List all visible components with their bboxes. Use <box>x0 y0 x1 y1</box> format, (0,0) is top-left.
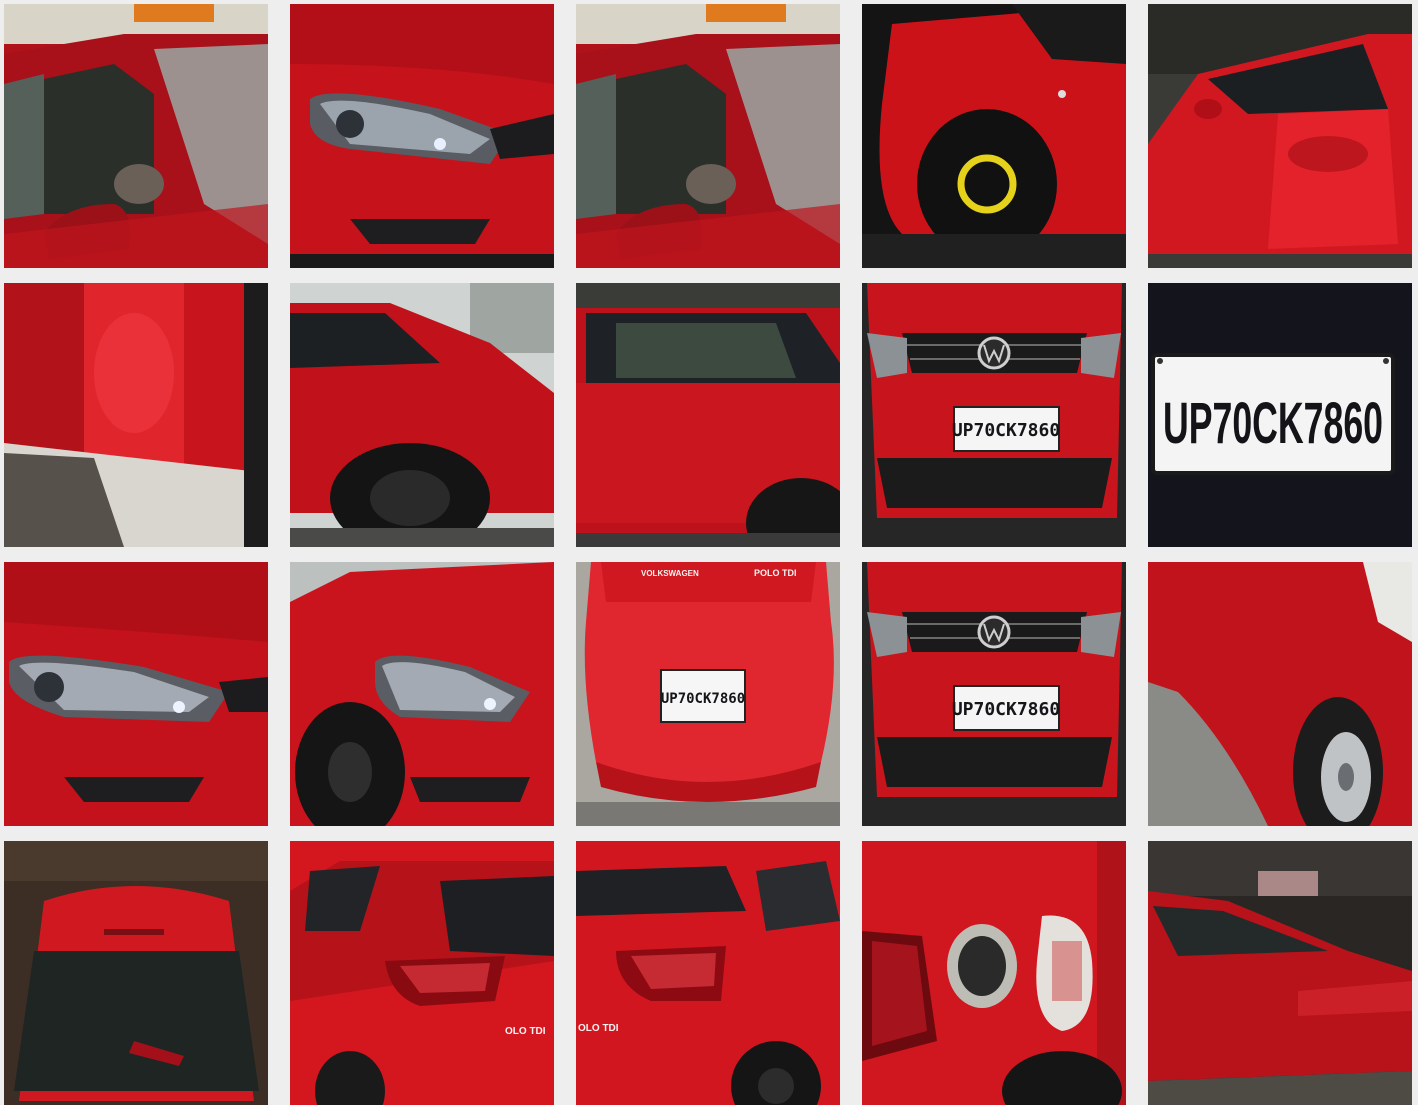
photo-tile-1[interactable] <box>4 4 268 268</box>
car-photo-driver-door <box>1148 4 1412 268</box>
plate-text-9: UP70CK7860 <box>952 420 1060 441</box>
photo-tile-17[interactable]: OLO TDI <box>290 841 554 1105</box>
car-photo-headlight <box>290 4 554 268</box>
photo-tile-11[interactable] <box>4 562 268 826</box>
car-photo-roof-rear <box>4 841 268 1105</box>
photo-tile-5[interactable] <box>1148 4 1412 268</box>
car-photo-side-rear-window <box>576 283 840 547</box>
photo-tile-18[interactable]: OLO TDI <box>576 841 840 1105</box>
photo-tile-9[interactable]: UP70CK7860 <box>862 283 1126 547</box>
photo-tile-2[interactable] <box>290 4 554 268</box>
rear-brand-text: VOLKSWAGEN <box>641 569 699 578</box>
photo-tile-13[interactable]: VOLKSWAGEN POLO TDI UP70CK7860 <box>576 562 840 826</box>
plate-text-10: UP70CK7860 <box>1163 391 1383 456</box>
photo-tile-16[interactable] <box>4 841 268 1105</box>
car-photo-front-fender <box>1148 562 1412 826</box>
photo-tile-10[interactable]: UP70CK7860 <box>1148 283 1412 547</box>
car-photo-tail-light-right: OLO TDI <box>576 841 840 1105</box>
car-photo-front-plate: UP70CK7860 <box>862 283 1126 547</box>
car-photo-window-mirror-duplicate <box>576 4 840 268</box>
photo-tile-15[interactable] <box>1148 562 1412 826</box>
plate-text-14: UP70CK7860 <box>952 699 1060 720</box>
photo-tile-4[interactable] <box>862 4 1126 268</box>
car-photo-spare-wheel <box>862 4 1126 268</box>
car-photo-rear-quarter <box>290 283 554 547</box>
rear-badge-text: POLO TDI <box>754 568 797 578</box>
photo-grid: UP70CK7860 UP70CK7860 VOLKSWAGEN POLO TD… <box>4 4 1412 1105</box>
photo-tile-6[interactable] <box>4 283 268 547</box>
photo-tile-8[interactable] <box>576 283 840 547</box>
car-photo-headlight-bumper <box>4 562 268 826</box>
plate-text-13: UP70CK7860 <box>661 691 745 707</box>
car-photo-front-plate-duplicate: UP70CK7860 <box>862 562 1126 826</box>
photo-tile-14[interactable]: UP70CK7860 <box>862 562 1126 826</box>
car-photo-window-mirror <box>4 4 268 268</box>
car-photo-tail-light-left: OLO TDI <box>290 841 554 1105</box>
car-photo-fuel-cap <box>862 841 1126 1105</box>
car-photo-plate-closeup: UP70CK7860 <box>1148 283 1412 547</box>
photo-tile-3[interactable] <box>576 4 840 268</box>
photo-tile-7[interactable] <box>290 283 554 547</box>
car-photo-front-corner <box>290 562 554 826</box>
side-badge-text-18: OLO TDI <box>578 1023 619 1034</box>
car-photo-rear-plate: VOLKSWAGEN POLO TDI UP70CK7860 <box>576 562 840 826</box>
side-badge-text-17: OLO TDI <box>505 1026 546 1037</box>
photo-tile-19[interactable] <box>862 841 1126 1105</box>
car-photo-door-panel <box>4 283 268 547</box>
car-photo-side-garage <box>1148 841 1412 1105</box>
photo-tile-12[interactable] <box>290 562 554 826</box>
photo-tile-20[interactable] <box>1148 841 1412 1105</box>
